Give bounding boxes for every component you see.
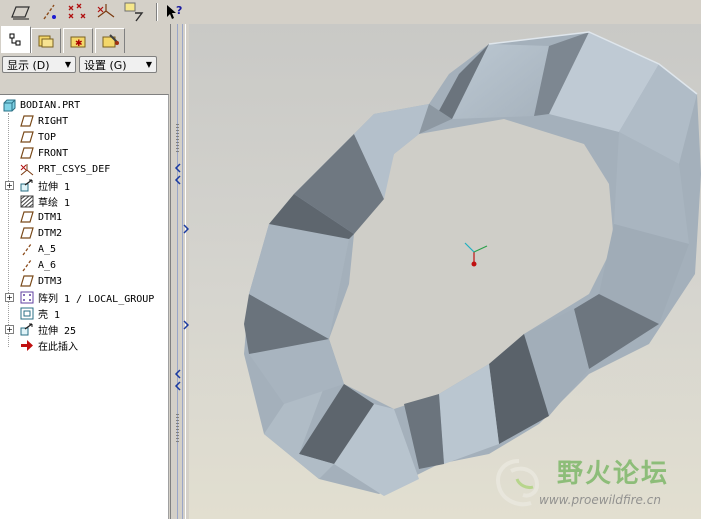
shell-icon bbox=[20, 306, 34, 320]
tree-item-label: DTM2 bbox=[38, 227, 63, 239]
axis-display-icon[interactable] bbox=[38, 1, 62, 23]
tree-item-label: 在此插入 bbox=[38, 341, 78, 353]
datum-plane-icon bbox=[20, 114, 34, 128]
connections-tab-icon[interactable] bbox=[95, 28, 125, 53]
navigator-tabs: ✱ bbox=[0, 26, 170, 53]
forum-watermark-title: 野火论坛 bbox=[557, 459, 670, 489]
extrude-icon bbox=[20, 322, 34, 336]
svg-text:✱: ✱ bbox=[75, 39, 83, 49]
csys-icon bbox=[20, 162, 34, 176]
settings-menu-label: 设置 (G) bbox=[84, 58, 127, 72]
chevron-down-icon: ▼ bbox=[64, 60, 71, 69]
tree-item-sketch-1[interactable]: 草绘 1 bbox=[20, 193, 70, 209]
favorites-tab-icon[interactable]: ✱ bbox=[63, 28, 93, 53]
tree-item-label: RIGHT bbox=[38, 115, 69, 127]
tree-item-dtm1[interactable]: DTM1 bbox=[20, 209, 62, 225]
datum-plane-icon bbox=[20, 146, 34, 160]
tree-item-label: FRONT bbox=[38, 147, 69, 159]
datum-plane-icon bbox=[20, 226, 34, 240]
pattern-icon bbox=[20, 290, 34, 304]
tree-item-label: A_5 bbox=[38, 243, 57, 255]
expand-right-arrow-icon[interactable] bbox=[182, 320, 189, 330]
part-icon bbox=[2, 98, 16, 112]
tree-item-front[interactable]: FRONT bbox=[20, 145, 68, 161]
tree-item-label: DTM3 bbox=[38, 275, 63, 287]
tree-item-right[interactable]: RIGHT bbox=[20, 113, 68, 129]
tree-item-dtm3[interactable]: DTM3 bbox=[20, 273, 62, 289]
tree-item-label: 拉伸 25 bbox=[38, 325, 77, 337]
whats-this-help-icon[interactable]: ? bbox=[162, 1, 186, 23]
insert-here-arrow-icon bbox=[20, 338, 34, 352]
tree-item-extrude-25[interactable]: 拉伸 25 bbox=[20, 321, 76, 337]
model-tree-tab-icon[interactable] bbox=[1, 26, 31, 53]
tree-item-a5[interactable]: A_5 bbox=[20, 241, 56, 257]
datum-axis-icon bbox=[20, 242, 34, 256]
tree-item-label: DTM1 bbox=[38, 211, 63, 223]
tree-item-insert-here[interactable]: 在此插入 bbox=[20, 337, 78, 353]
folder-browser-tab-icon[interactable] bbox=[31, 28, 61, 53]
csys-display-icon[interactable] bbox=[94, 1, 118, 23]
tree-item-label: 阵列 1 / LOCAL_GROUP bbox=[38, 293, 155, 305]
tree-item-label: BODIAN.PRT bbox=[20, 99, 81, 111]
top-toolbar: ? bbox=[0, 0, 701, 25]
sketch-icon bbox=[20, 194, 34, 208]
expand-right-arrow-icon[interactable] bbox=[182, 224, 189, 234]
tree-item-csys[interactable]: PRT_CSYS_DEF bbox=[20, 161, 110, 177]
datum-axis-icon bbox=[20, 258, 34, 272]
annotation-display-icon[interactable] bbox=[122, 1, 146, 23]
model-tree: BODIAN.PRT RIGHT TOP FRONT PRT_CSYS_DEF … bbox=[0, 94, 169, 519]
datum-plane-icon bbox=[20, 274, 34, 288]
tree-item-top[interactable]: TOP bbox=[20, 129, 56, 145]
tree-item-pattern-1[interactable]: 阵列 1 / LOCAL_GROUP bbox=[20, 289, 154, 305]
plane-display-icon[interactable] bbox=[9, 1, 33, 23]
collapse-left-arrow-icon[interactable] bbox=[174, 162, 182, 192]
tree-item-label: TOP bbox=[38, 131, 57, 143]
point-display-icon[interactable] bbox=[66, 1, 90, 23]
expand-toggle-icon[interactable]: + bbox=[5, 293, 14, 302]
extrude-icon bbox=[20, 178, 34, 192]
chevron-down-icon: ▼ bbox=[145, 60, 152, 69]
expand-toggle-icon[interactable]: + bbox=[5, 325, 14, 334]
forum-watermark-url: www.proewildfire.cn bbox=[539, 493, 661, 507]
settings-menu-button[interactable]: 设置 (G) ▼ bbox=[79, 56, 157, 73]
navigator-menu-row: 显示 (D) ▼ 设置 (G) ▼ bbox=[0, 54, 170, 76]
datum-plane-icon bbox=[20, 130, 34, 144]
svg-text:?: ? bbox=[176, 4, 182, 17]
collapse-left-arrow-icon[interactable] bbox=[174, 368, 182, 398]
forum-watermark: 野火论坛 www.proewildfire.cn bbox=[489, 449, 699, 517]
tree-item-extrude-1[interactable]: 拉伸 1 bbox=[20, 177, 70, 193]
tree-item-root[interactable]: BODIAN.PRT bbox=[2, 97, 80, 113]
datum-plane-icon bbox=[20, 210, 34, 224]
graphics-viewport[interactable]: 野火论坛 www.proewildfire.cn bbox=[189, 24, 701, 519]
tree-item-label: 草绘 1 bbox=[38, 197, 71, 209]
tree-item-label: 壳 1 bbox=[38, 309, 61, 321]
model-gear-ring-shape[interactable] bbox=[189, 24, 701, 519]
tree-item-label: A_6 bbox=[38, 259, 57, 271]
expand-toggle-icon[interactable]: + bbox=[5, 181, 14, 190]
display-menu-label: 显示 (D) bbox=[7, 58, 50, 72]
display-menu-button[interactable]: 显示 (D) ▼ bbox=[2, 56, 76, 73]
tree-item-dtm2[interactable]: DTM2 bbox=[20, 225, 62, 241]
tree-item-a6[interactable]: A_6 bbox=[20, 257, 56, 273]
tree-item-label: PRT_CSYS_DEF bbox=[38, 163, 111, 175]
navigator-panel: ✱ 显示 (D) ▼ 设置 (G) ▼ BODIAN.PRT RIGHT TOP bbox=[0, 24, 170, 519]
panel-splitter[interactable] bbox=[170, 24, 189, 519]
tree-item-label: 拉伸 1 bbox=[38, 181, 71, 193]
tree-item-shell-1[interactable]: 壳 1 bbox=[20, 305, 60, 321]
